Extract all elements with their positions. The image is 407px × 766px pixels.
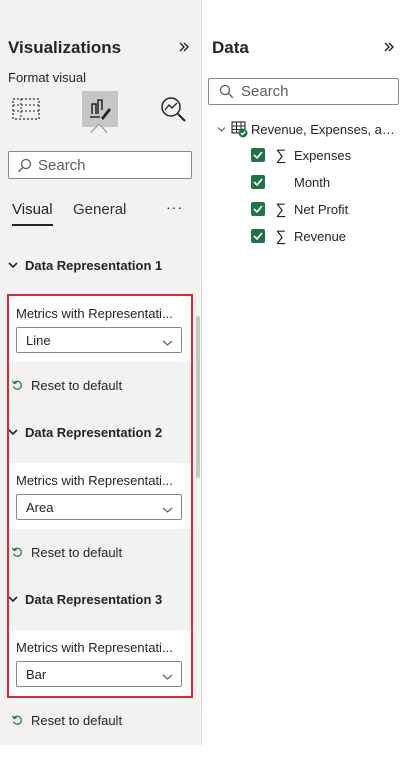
reset-to-default-button-1[interactable]: Reset to default: [8, 364, 192, 406]
more-options-button[interactable]: ···: [166, 199, 183, 215]
reset-icon: [12, 715, 22, 725]
dropdown-value: Bar: [26, 666, 47, 682]
reset-label: Reset to default: [31, 544, 123, 560]
chevron-down-icon: [162, 502, 173, 517]
field-checkbox[interactable]: [251, 202, 265, 216]
dropdown-value: Area: [26, 499, 54, 515]
field-item-net-profit[interactable]: ∑ Net Profit: [251, 198, 348, 220]
chevron-double-right-icon: [384, 42, 394, 52]
chevron-double-right-icon: [179, 42, 189, 52]
dropdown-value: Line: [26, 332, 51, 348]
field-name: Revenue: [294, 228, 347, 244]
analytics-icon: [161, 97, 186, 122]
field-name: Net Profit: [294, 201, 349, 217]
field-card: Metrics with Representati... Area: [8, 463, 194, 529]
search-icon: [219, 84, 234, 99]
section-title: Data Representation 3: [25, 591, 163, 607]
checkmark-icon: [253, 205, 263, 213]
reset-label: Reset to default: [31, 377, 123, 393]
reset-icon: [12, 380, 22, 390]
field-name: Month: [294, 174, 331, 190]
sigma-icon: ∑: [275, 146, 287, 164]
field-checkbox[interactable]: [251, 175, 265, 189]
representation-dropdown-1[interactable]: Line: [16, 327, 182, 353]
data-search-input[interactable]: Search: [208, 78, 399, 105]
field-name: Expenses: [294, 147, 352, 163]
sigma-icon: ∑: [275, 200, 287, 218]
table-name: Revenue, Expenses, an...: [251, 121, 396, 137]
chevron-down-icon: [8, 261, 22, 269]
table-icon: [231, 120, 249, 138]
pane-divider: [201, 0, 202, 745]
chevron-down-icon: [162, 669, 173, 684]
chevron-down-icon: [162, 335, 173, 350]
reset-to-default-button-2[interactable]: Reset to default: [8, 531, 192, 573]
analytics-button[interactable]: [155, 91, 191, 127]
sigma-icon: ∑: [275, 227, 287, 245]
search-placeholder: Search: [241, 83, 289, 100]
field-label: Metrics with Representati...: [16, 640, 173, 655]
scrollbar-thumb[interactable]: [196, 316, 200, 478]
field-checkbox[interactable]: [251, 229, 265, 243]
build-visual-icon: [12, 98, 40, 120]
collapse-visualizations-button[interactable]: [178, 41, 190, 57]
search-placeholder: Search: [38, 156, 86, 174]
table-item-revenue-expenses[interactable]: Revenue, Expenses, an...: [217, 118, 396, 140]
chevron-down-icon: [217, 126, 226, 133]
visualizations-search-input[interactable]: Search: [8, 151, 192, 179]
tab-visual[interactable]: Visual: [12, 201, 53, 226]
checkmark-icon: [253, 232, 263, 240]
field-card: Metrics with Representati... Bar: [8, 630, 194, 696]
collapse-data-button[interactable]: [383, 41, 395, 57]
format-visual-icon: [90, 99, 111, 120]
format-visual-label: Format visual: [8, 70, 87, 85]
section-header-data-representation-1[interactable]: Data Representation 1: [8, 253, 192, 277]
format-visual-button[interactable]: [82, 91, 118, 127]
reset-icon: [12, 547, 22, 557]
field-label: Metrics with Representati...: [16, 473, 173, 488]
section-title: Data Representation 2: [25, 424, 163, 440]
field-item-month[interactable]: ∑ Month: [251, 171, 330, 193]
checkmark-icon: [253, 178, 263, 186]
checkmark-icon: [253, 151, 263, 159]
field-item-revenue[interactable]: ∑ Revenue: [251, 225, 346, 247]
tab-general[interactable]: General: [73, 201, 126, 218]
data-pane-title: Data: [212, 38, 249, 57]
section-header-data-representation-2[interactable]: Data Representation 2: [8, 420, 192, 444]
field-label: Metrics with Representati...: [16, 306, 173, 321]
reset-label: Reset to default: [31, 712, 123, 728]
build-visual-button[interactable]: [8, 91, 44, 127]
representation-dropdown-3[interactable]: Bar: [16, 661, 182, 687]
search-icon: [18, 158, 32, 172]
field-card: Metrics with Representati... Line: [8, 296, 194, 362]
chevron-down-icon: [8, 428, 22, 436]
section-header-data-representation-3[interactable]: Data Representation 3: [8, 587, 192, 611]
chevron-down-icon: [8, 595, 22, 603]
representation-dropdown-2[interactable]: Area: [16, 494, 182, 520]
field-checkbox[interactable]: [251, 148, 265, 162]
reset-to-default-button-3[interactable]: Reset to default: [8, 699, 192, 741]
visualizations-title: Visualizations: [8, 38, 122, 57]
section-title: Data Representation 1: [25, 257, 163, 273]
field-item-expenses[interactable]: ∑ Expenses: [251, 144, 351, 166]
